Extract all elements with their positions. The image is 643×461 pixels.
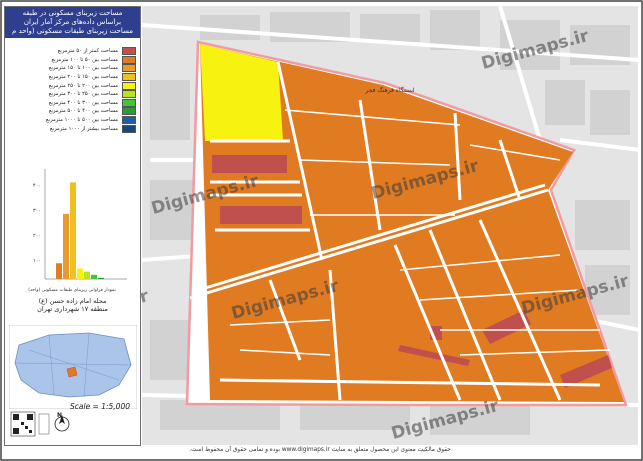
legend-swatch bbox=[122, 98, 136, 107]
place-line1: محله امام زاده حسن (ع) bbox=[38, 297, 107, 305]
legend-item: مساحت بین ۴۰۰ تا ۵۰۰ مترمربع bbox=[5, 107, 140, 116]
hist-bar bbox=[98, 277, 104, 279]
north-label: N bbox=[57, 412, 63, 419]
legend-swatch bbox=[122, 81, 136, 90]
qr-and-north bbox=[10, 411, 70, 437]
legend-label: مساحت بین ۳۰۰ تا ۴۰۰ مترمربع bbox=[48, 99, 118, 106]
legend-label: مساحت بین ۴۰۰ تا ۵۰۰ مترمربع bbox=[48, 108, 118, 115]
legend: مساحت کمتر از ۵۰ مترمربع مساحت بین ۵۰ تا … bbox=[5, 47, 140, 133]
legend-label: مساحت بین ۱۵۰ تا ۲۰۰ مترمربع bbox=[48, 74, 118, 81]
legend-label: مساحت بین ۵۰ تا ۱۰۰ مترمربع bbox=[51, 56, 118, 63]
legend-item: مساحت بین ۲۰۰ تا ۲۵۰ مترمربع bbox=[5, 81, 140, 90]
hist-tick-label: ۲۰۰ bbox=[33, 233, 41, 239]
scale-label: Scale = 1:5,000 bbox=[70, 402, 130, 411]
histogram: ۴۰۰ ۳۰۰ ۲۰۰ ۱۰۰ نمودار فراوانی زیربنای طبقات… bbox=[28, 169, 127, 293]
hist-caption: نمودار فراوانی زیربنای طبقات مسکونی (واح… bbox=[28, 287, 116, 293]
hist-bar bbox=[77, 268, 83, 279]
legend-swatch bbox=[122, 90, 136, 99]
legend-label: مساحت بیشتر از ۱۰۰۰ مترمربع bbox=[49, 125, 118, 132]
legend-label: مساحت بین ۱۰۰ تا ۱۵۰ مترمربع bbox=[48, 65, 118, 72]
legend-swatch bbox=[122, 124, 136, 133]
footer-copyright: حقوق مالکیت معنوی این محصول متعلق به سای… bbox=[189, 447, 451, 453]
locator-minimap bbox=[9, 325, 137, 409]
legend-swatch bbox=[122, 73, 136, 82]
place-name: محله امام زاده حسن (ع) منطقه ۱۷ شهرداری … bbox=[7, 297, 138, 325]
map-label-building: ایستگاه فرهنگ فجر bbox=[364, 86, 415, 94]
legend-label: مساحت کمتر از ۵۰ مترمربع bbox=[57, 48, 118, 55]
hist-bar bbox=[84, 271, 90, 279]
hist-bar bbox=[91, 274, 97, 279]
legend-item: مساحت کمتر از ۵۰ مترمربع bbox=[5, 47, 140, 56]
hist-tick-label: ۱۰۰ bbox=[33, 258, 41, 264]
legend-label: مساحت بین ۲۰۰ تا ۲۵۰ مترمربع bbox=[48, 82, 118, 89]
hist-tick-label: ۳۰۰ bbox=[33, 208, 41, 214]
legend-item: مساحت بین ۳۰۰ تا ۴۰۰ مترمربع bbox=[5, 98, 140, 108]
legend-title: مساحت زیربنای طبقات مسکونی (واحد م bbox=[12, 27, 133, 35]
legend-swatch bbox=[122, 55, 136, 64]
panel-title-line1: مساحت زیربنای مسکونی در طبقه bbox=[22, 9, 123, 17]
legend-label: مساحت بین ۲۵۰ تا ۳۰۰ مترمربع bbox=[48, 91, 118, 98]
legend-panel: مساحت زیربنای مسکونی در طبقه براساس داده… bbox=[4, 6, 141, 446]
legend-swatch bbox=[122, 47, 136, 56]
legend-swatch bbox=[122, 116, 136, 125]
hist-bar bbox=[56, 263, 62, 279]
legend-item: مساحت بین ۵۰ تا ۱۰۰ مترمربع bbox=[5, 55, 140, 65]
place-line2: منطقه ۱۷ شهرداری تهران bbox=[37, 305, 108, 313]
legend-item: مساحت بین ۲۵۰ تا ۳۰۰ مترمربع bbox=[5, 90, 140, 99]
hist-bar bbox=[63, 213, 69, 279]
legend-swatch bbox=[122, 107, 136, 116]
legend-item: مساحت بین ۵۰۰ تا ۱۰۰۰ مترمربع bbox=[5, 116, 140, 125]
legend-swatch bbox=[122, 64, 136, 73]
legend-item: مساحت بین ۱۰۰ تا ۱۵۰ مترمربع bbox=[5, 64, 140, 73]
legend-item: مساحت بیشتر از ۱۰۰۰ مترمربع bbox=[5, 124, 140, 133]
legend-item: مساحت بین ۱۵۰ تا ۲۰۰ مترمربع bbox=[5, 73, 140, 82]
panel-bottom bbox=[7, 410, 138, 445]
legend-label: مساحت بین ۵۰۰ تا ۱۰۰۰ مترمربع bbox=[45, 117, 118, 124]
panel-title-line2: براساس داده‌های مرکز آمار ایران bbox=[23, 18, 122, 26]
hist-tick-label: ۴۰۰ bbox=[33, 183, 41, 189]
panel-header: مساحت زیربنای مسکونی در طبقه براساس داده… bbox=[5, 7, 140, 38]
hist-bar bbox=[70, 182, 76, 279]
